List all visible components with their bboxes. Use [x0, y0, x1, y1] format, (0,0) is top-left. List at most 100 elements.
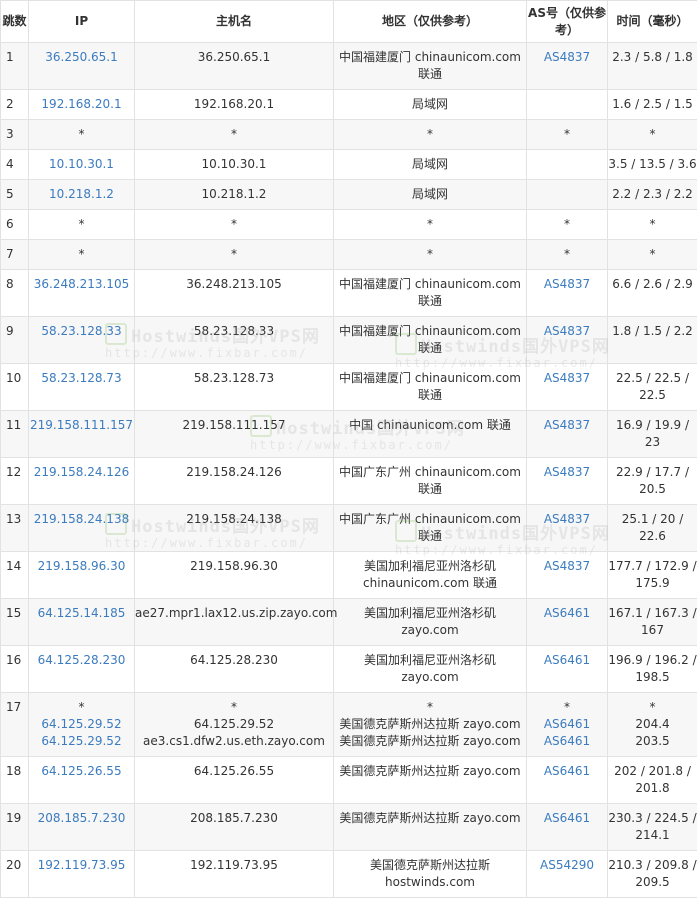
- cell-asn-link[interactable]: AS4837: [527, 464, 607, 481]
- table-row: 19208.185.7.230208.185.7.230美国德克萨斯州达拉斯 z…: [1, 804, 697, 851]
- cell-hostname: 219.158.24.126: [135, 458, 334, 505]
- cell-hop: 3: [1, 120, 29, 150]
- table-row: 17*64.125.29.5264.125.29.52*64.125.29.52…: [1, 693, 697, 757]
- header-time: 时间（毫秒）: [608, 1, 697, 43]
- cell-asn-link[interactable]: AS4837: [527, 323, 607, 340]
- cell-hostname-text: 36.250.65.1: [135, 49, 333, 66]
- cell-hostname-text: 58.23.128.73: [135, 370, 333, 387]
- cell-asn-link[interactable]: AS4837: [527, 511, 607, 528]
- cell-hostname: 192.119.73.95: [135, 851, 334, 898]
- cell-hop: 19: [1, 804, 29, 851]
- table-row: 1058.23.128.7358.23.128.73中国福建厦门 chinaun…: [1, 364, 697, 411]
- cell-hostname: 10.218.1.2: [135, 180, 334, 210]
- cell-asn: *: [527, 120, 608, 150]
- cell-ip-link[interactable]: 219.158.24.138: [29, 511, 134, 528]
- cell-ip-link[interactable]: 208.185.7.230: [29, 810, 134, 827]
- table-row: 136.250.65.136.250.65.1中国福建厦门 chinaunico…: [1, 43, 697, 90]
- cell-asn: [527, 180, 608, 210]
- cell-region-text: 美国德克萨斯州达拉斯 hostwinds.com: [334, 857, 526, 891]
- cell-ip-link[interactable]: 10.10.30.1: [29, 156, 134, 173]
- traceroute-table: 跳数 IP 主机名 地区（仅供参考） AS号（仅供参考） 时间（毫秒） 136.…: [0, 0, 697, 898]
- cell-ip: 219.158.111.157: [29, 411, 135, 458]
- cell-time-text: *: [608, 126, 697, 143]
- cell-hostname: 64.125.26.55: [135, 757, 334, 804]
- cell-region-text: 美国德克萨斯州达拉斯 zayo.com: [334, 763, 526, 780]
- cell-asn-link[interactable]: AS6461: [527, 733, 607, 750]
- cell-region: *: [334, 120, 527, 150]
- cell-asn-link[interactable]: AS4837: [527, 49, 607, 66]
- cell-ip-link[interactable]: 192.119.73.95: [29, 857, 134, 874]
- cell-hostname-text: 64.125.28.230: [135, 652, 333, 669]
- cell-ip-link[interactable]: 36.250.65.1: [29, 49, 134, 66]
- cell-ip-link[interactable]: 58.23.128.33: [29, 323, 134, 340]
- cell-ip: *: [29, 210, 135, 240]
- cell-asn-link[interactable]: AS6461: [527, 716, 607, 733]
- cell-asn-link[interactable]: AS4837: [527, 417, 607, 434]
- cell-time-text: 167.1 / 167.3 / 167: [608, 605, 697, 639]
- cell-region: *: [334, 210, 527, 240]
- cell-ip-link[interactable]: 64.125.26.55: [29, 763, 134, 780]
- cell-asn-link[interactable]: AS6461: [527, 810, 607, 827]
- cell-asn: [527, 150, 608, 180]
- cell-asn-link[interactable]: AS4837: [527, 558, 607, 575]
- cell-hostname: 10.10.30.1: [135, 150, 334, 180]
- cell-time-text: 22.5 / 22.5 / 22.5: [608, 370, 697, 404]
- cell-region: 中国福建厦门 chinaunicom.com 联通: [334, 43, 527, 90]
- cell-asn-link[interactable]: AS4837: [527, 276, 607, 293]
- cell-ip-link[interactable]: 64.125.29.52: [29, 733, 134, 750]
- cell-hostname-text: 192.119.73.95: [135, 857, 333, 874]
- cell-hostname-text: 219.158.111.157: [135, 417, 333, 434]
- cell-asn-link[interactable]: AS6461: [527, 605, 607, 622]
- cell-asn-link[interactable]: AS54290: [527, 857, 607, 874]
- cell-time-text: 2.3 / 5.8 / 1.8: [608, 49, 697, 66]
- cell-ip-link[interactable]: 10.218.1.2: [29, 186, 134, 203]
- cell-asn-link[interactable]: AS4837: [527, 370, 607, 387]
- cell-time: *: [608, 120, 697, 150]
- cell-hostname: 192.168.20.1: [135, 90, 334, 120]
- cell-region-text: *: [334, 126, 526, 143]
- cell-time-text: 3.5 / 13.5 / 3.6: [608, 156, 697, 173]
- cell-region: 局域网: [334, 90, 527, 120]
- cell-region: 美国德克萨斯州达拉斯 zayo.com: [334, 757, 527, 804]
- cell-hostname-text: 219.158.24.126: [135, 464, 333, 481]
- cell-asn-link[interactable]: AS6461: [527, 652, 607, 669]
- cell-asn-text: *: [527, 246, 607, 263]
- cell-asn: AS4837: [527, 364, 608, 411]
- cell-asn: AS6461: [527, 599, 608, 646]
- cell-region-text: 中国 chinaunicom.com 联通: [334, 417, 526, 434]
- table-row: 14219.158.96.30219.158.96.30美国加利福尼亚州洛杉矶 …: [1, 552, 697, 599]
- cell-ip: 219.158.24.126: [29, 458, 135, 505]
- cell-hop: 9: [1, 317, 29, 364]
- cell-ip-link[interactable]: 219.158.111.157: [29, 417, 134, 434]
- cell-ip-link[interactable]: 192.168.20.1: [29, 96, 134, 113]
- cell-ip-link[interactable]: 64.125.28.230: [29, 652, 134, 669]
- cell-ip: 36.248.213.105: [29, 270, 135, 317]
- cell-ip: 58.23.128.73: [29, 364, 135, 411]
- cell-time-text: 203.5: [608, 733, 697, 750]
- cell-ip-link[interactable]: 58.23.128.73: [29, 370, 134, 387]
- cell-hostname-text: ae27.mpr1.lax12.us.zip.zayo.com: [135, 605, 333, 622]
- cell-hostname-text: *: [135, 246, 333, 263]
- cell-asn: AS4837: [527, 43, 608, 90]
- cell-ip: *: [29, 120, 135, 150]
- cell-region-text: *: [334, 699, 526, 716]
- cell-ip-link[interactable]: 64.125.29.52: [29, 716, 134, 733]
- cell-time: 196.9 / 196.2 / 198.5: [608, 646, 697, 693]
- cell-time: 177.7 / 172.9 / 175.9: [608, 552, 697, 599]
- cell-ip-link[interactable]: 219.158.96.30: [29, 558, 134, 575]
- cell-ip-link[interactable]: 36.248.213.105: [29, 276, 134, 293]
- cell-time: 2.2 / 2.3 / 2.2: [608, 180, 697, 210]
- cell-ip-text: *: [29, 216, 134, 233]
- table-row: 7*****: [1, 240, 697, 270]
- cell-ip-link[interactable]: 64.125.14.185: [29, 605, 134, 622]
- cell-time-text: 22.9 / 17.7 / 20.5: [608, 464, 697, 498]
- cell-asn-link[interactable]: AS6461: [527, 763, 607, 780]
- cell-ip-link[interactable]: 219.158.24.126: [29, 464, 134, 481]
- table-row: 2192.168.20.1192.168.20.1局域网 1.6 / 2.5 /…: [1, 90, 697, 120]
- cell-region-text: 中国福建厦门 chinaunicom.com 联通: [334, 370, 526, 404]
- cell-hop: 11: [1, 411, 29, 458]
- cell-time: 25.1 / 20 / 22.6: [608, 505, 697, 552]
- cell-ip: 219.158.96.30: [29, 552, 135, 599]
- cell-hostname-text: ae3.cs1.dfw2.us.eth.zayo.com: [135, 733, 333, 750]
- cell-hostname-text: 10.218.1.2: [135, 186, 333, 203]
